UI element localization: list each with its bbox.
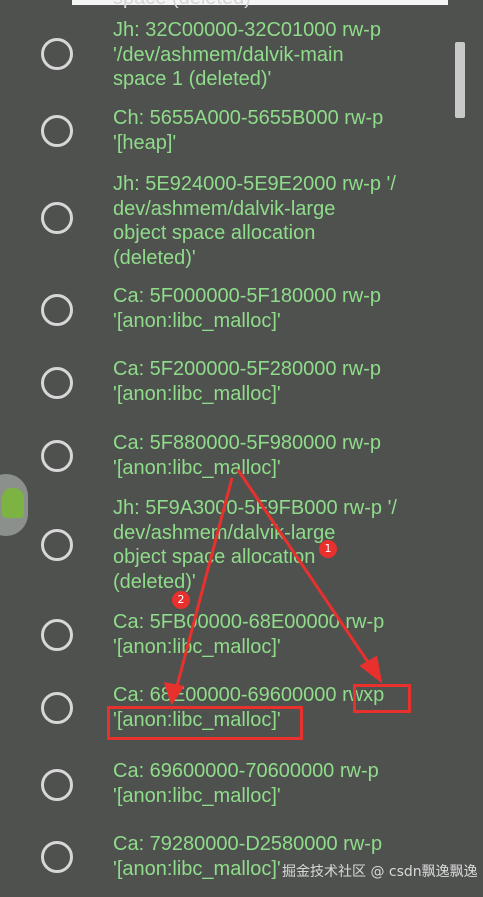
arrow-1-line bbox=[236, 469, 374, 669]
annotation-arrows bbox=[163, 469, 383, 706]
android-icon[interactable] bbox=[0, 474, 28, 536]
watermark: 掘金技术社区 @ csdn飘逸飘逸 bbox=[282, 864, 478, 880]
annotation-badge-2: 2 bbox=[172, 591, 190, 609]
memory-region-dialog: space (deleted) Jh: 32C00000-32C01000 rw… bbox=[0, 0, 483, 897]
arrow-2-head bbox=[163, 682, 185, 706]
annotation-badge-1: 1 bbox=[319, 540, 337, 558]
arrow-2-line bbox=[174, 477, 234, 691]
arrow-1-head bbox=[359, 655, 383, 684]
